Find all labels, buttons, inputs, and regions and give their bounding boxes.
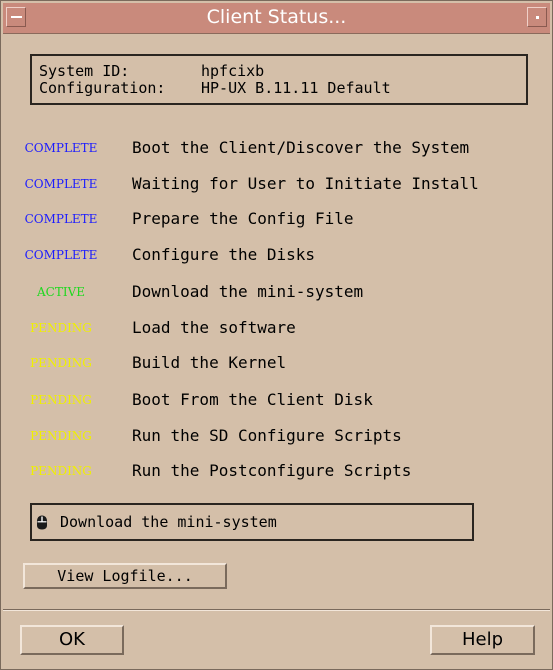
system-id-row: System ID: hpfcixb — [39, 62, 264, 80]
step-status: COMPLETE — [24, 141, 98, 155]
step-status: COMPLETE — [24, 212, 98, 226]
maximize-icon — [536, 16, 539, 19]
view-logfile-button[interactable]: View Logfile... — [23, 563, 227, 589]
step-label: Waiting for User to Initiate Install — [132, 174, 479, 193]
step-status: PENDING — [30, 356, 92, 370]
ok-button[interactable]: OK — [20, 625, 124, 655]
window-title: Client Status... — [206, 6, 347, 28]
step-status: PENDING — [30, 464, 92, 478]
step-status: PENDING — [30, 321, 92, 335]
step-status: COMPLETE — [24, 248, 98, 262]
step-status: PENDING — [30, 429, 92, 443]
system-id-value: hpfcixb — [201, 62, 265, 80]
step-label: Boot From the Client Disk — [132, 390, 373, 409]
step-label: Run the SD Configure Scripts — [132, 426, 402, 445]
help-button[interactable]: Help — [430, 625, 535, 655]
step-label: Prepare the Config File — [132, 209, 354, 228]
system-id-label: System ID: — [39, 62, 130, 80]
step-status: PENDING — [30, 393, 92, 407]
step-label: Load the software — [132, 318, 296, 337]
button-separator — [3, 609, 550, 611]
configuration-row: Configuration: HP-UX B.11.11 Default — [39, 79, 391, 97]
maximize-button[interactable] — [527, 7, 547, 27]
configuration-label: Configuration: — [39, 79, 166, 97]
client-status-window: Client Status... System ID: hpfcixb Confi… — [0, 0, 553, 670]
mouse-icon — [37, 515, 47, 530]
step-label: Boot the Client/Discover the System — [132, 138, 470, 157]
title-bar[interactable]: Client Status... — [3, 3, 550, 34]
step-label: Download the mini-system — [132, 282, 364, 301]
current-step-text: Download the mini-system — [60, 513, 277, 531]
step-label: Run the Postconfigure Scripts — [132, 461, 412, 480]
step-label: Build the Kernel — [132, 353, 287, 372]
current-step-box: Download the mini-system — [30, 503, 474, 541]
step-status: ACTIVE — [36, 285, 86, 299]
system-info-box: System ID: hpfcixb Configuration: HP-UX B.… — [30, 54, 528, 105]
step-status: COMPLETE — [24, 177, 98, 191]
step-label: Configure the Disks — [132, 245, 316, 264]
configuration-value: HP-UX B.11.11 Default — [201, 79, 391, 97]
